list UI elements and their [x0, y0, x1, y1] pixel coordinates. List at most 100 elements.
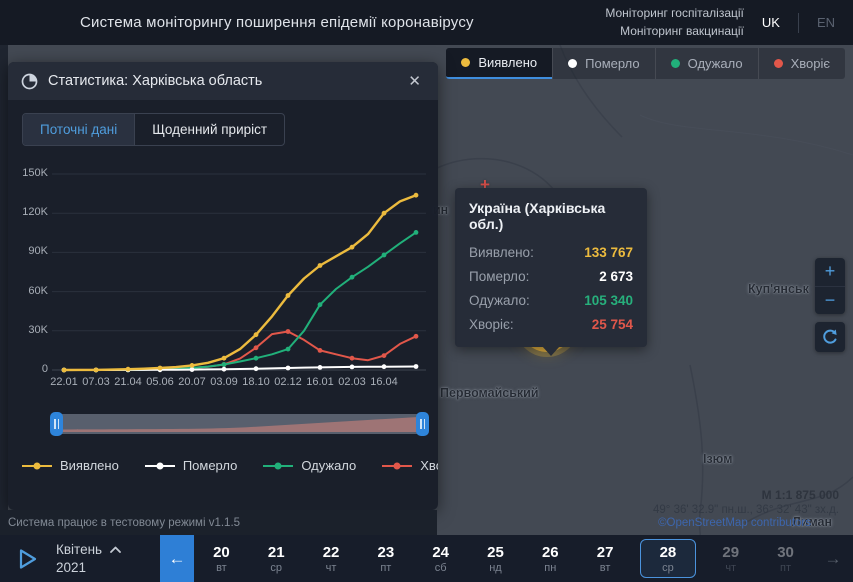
sick-line-icon: [382, 465, 412, 467]
y-tick-label: 90K: [16, 245, 48, 257]
statistics-panel: Статистика: Харківська область ✕ Поточні…: [8, 62, 438, 510]
timeline-day-selected[interactable]: 28 ср: [640, 539, 697, 578]
timeline-day[interactable]: 27 вт: [578, 535, 633, 582]
x-tick-label: 05.06: [146, 376, 174, 388]
lang-switch-uk[interactable]: UK: [758, 15, 784, 30]
month-label: Квітень: [56, 541, 102, 559]
lang-switch-en[interactable]: EN: [813, 15, 839, 30]
y-tick-label: 60K: [16, 285, 48, 297]
chart-legend-label: Одужало: [301, 458, 356, 473]
chart-legend: Виявлено Померло Одужало Хворіє: [22, 458, 438, 473]
tab-daily-growth[interactable]: Щоденний приріст: [134, 114, 284, 145]
map-tooltip: Україна (Харківська обл.) Виявлено: 133 …: [455, 188, 647, 347]
legend-item-sick-label: Хворіє: [791, 56, 830, 71]
x-tick-label: 20.07: [178, 376, 206, 388]
system-status-text: Система працює в тестовому режимі v1.1.5: [8, 517, 240, 529]
prev-day-button[interactable]: ←: [160, 535, 194, 582]
tooltip-label: Виявлено:: [469, 241, 534, 265]
recovered-line-icon: [263, 465, 293, 467]
chart-legend-deaths[interactable]: Померло: [145, 458, 238, 473]
legend-item-sick[interactable]: Хворіє: [758, 48, 845, 79]
timeline-day[interactable]: 24 сб: [413, 535, 468, 582]
play-icon: [18, 548, 38, 570]
timeline-day[interactable]: 23 пт: [358, 535, 413, 582]
legend-item-confirmed-label: Виявлено: [478, 55, 537, 70]
legend-item-deaths[interactable]: Померло: [552, 48, 655, 79]
legend-item-recovered[interactable]: Одужало: [655, 48, 758, 79]
timeline-day[interactable]: 30 пт: [758, 535, 813, 582]
link-hospitalization-monitoring[interactable]: Моніторинг госпіталізації: [605, 5, 744, 22]
timeline-day[interactable]: 29 чт: [703, 535, 758, 582]
zoom-out-button[interactable]: −: [815, 287, 845, 315]
month-selector[interactable]: Квітень 2021: [56, 535, 160, 582]
play-button[interactable]: [0, 535, 56, 582]
tooltip-value: 2 673: [599, 265, 633, 289]
timeline-days: 20 вт 21 ср 22 чт 23 пт 24 сб 25 нд 26 п…: [194, 535, 813, 582]
chart-svg: [16, 162, 430, 374]
year-label: 2021: [56, 559, 160, 577]
system-status-bar: Система працює в тестовому режимі v1.1.5: [0, 510, 437, 535]
timeline-bar: Квітень 2021 ← 20 вт 21 ср 22 чт 23 пт 2…: [0, 535, 853, 582]
refresh-icon: [821, 328, 839, 346]
left-edge-strip: [0, 45, 8, 535]
panel-title: Статистика: Харківська область: [48, 73, 262, 89]
map-scale: М 1:1 875 000: [762, 488, 839, 502]
osm-attribution-link[interactable]: ©OpenStreetMap contributors: [658, 517, 811, 529]
map-coordinates: 49° 36' 32.9" пн.ш., 36° 32' 43" зх.д.: [653, 504, 839, 516]
tooltip-value: 133 767: [584, 241, 633, 265]
tooltip-row-deaths: Померло: 2 673: [469, 265, 633, 289]
time-range-slider[interactable]: [56, 414, 423, 434]
app-header: Система моніторингу поширення епідемії к…: [0, 0, 853, 45]
tooltip-value: 25 754: [592, 313, 633, 337]
timeline-day[interactable]: 25 нд: [468, 535, 523, 582]
x-tick-label: 16.01: [306, 376, 334, 388]
lang-divider: [798, 13, 799, 33]
tooltip-row-confirmed: Виявлено: 133 767: [469, 241, 633, 265]
confirmed-line-icon: [22, 465, 52, 467]
next-day-button[interactable]: →: [813, 535, 853, 582]
map-series-legend: Виявлено Померло Одужало Хворіє: [446, 48, 845, 79]
tooltip-label: Померло:: [469, 265, 529, 289]
x-tick-label: 22.01: [50, 376, 78, 388]
recovered-dot-icon: [671, 59, 680, 68]
deaths-dot-icon: [568, 59, 577, 68]
tooltip-row-sick: Хворіє: 25 754: [469, 313, 633, 337]
chart-legend-label: Хворіє: [420, 458, 438, 473]
x-tick-label: 07.03: [82, 376, 110, 388]
x-tick-label: 21.04: [114, 376, 142, 388]
timeline-day[interactable]: 21 ср: [249, 535, 304, 582]
chart-area: 150K 120K 90K 60K 30K 0 22.01 07.03 21.0…: [16, 162, 430, 394]
panel-tabs: Поточні дані Щоденний приріст: [22, 113, 285, 146]
x-tick-label: 16.04: [370, 376, 398, 388]
timeline-day[interactable]: 20 вт: [194, 535, 249, 582]
tooltip-row-recovered: Одужало: 105 340: [469, 289, 633, 313]
city-label-kupiansk: Куп'янськ: [748, 282, 809, 296]
timeline-day[interactable]: 22 чт: [304, 535, 359, 582]
map-zoom-controls: + −: [815, 258, 845, 314]
y-tick-label: 0: [16, 363, 48, 375]
tooltip-value: 105 340: [584, 289, 633, 313]
chart-legend-recovered[interactable]: Одужало: [263, 458, 356, 473]
slider-handle-right[interactable]: [416, 412, 429, 436]
legend-item-recovered-label: Одужало: [688, 56, 743, 71]
chart-legend-label: Померло: [183, 458, 238, 473]
legend-item-confirmed[interactable]: Виявлено: [446, 48, 552, 79]
chevron-up-icon: [110, 546, 121, 553]
close-icon[interactable]: ✕: [404, 70, 425, 92]
x-tick-label: 02.03: [338, 376, 366, 388]
slider-handle-left[interactable]: [50, 412, 63, 436]
chart-legend-confirmed[interactable]: Виявлено: [22, 458, 119, 473]
refresh-button[interactable]: [815, 322, 845, 352]
tab-current-data[interactable]: Поточні дані: [23, 114, 134, 145]
tooltip-title: Україна (Харківська обл.): [469, 200, 633, 232]
app-title: Система моніторингу поширення епідемії к…: [80, 14, 474, 31]
zoom-in-button[interactable]: +: [815, 258, 845, 287]
y-tick-label: 120K: [16, 206, 48, 218]
x-tick-label: 03.09: [210, 376, 238, 388]
chart-legend-sick[interactable]: Хворіє: [382, 458, 438, 473]
x-tick-label: 02.12: [274, 376, 302, 388]
link-vaccination-monitoring[interactable]: Моніторинг вакцинації: [605, 23, 744, 40]
tooltip-label: Хворіє:: [469, 313, 514, 337]
timeline-day[interactable]: 26 пн: [523, 535, 578, 582]
city-label-izium: Ізюм: [703, 452, 732, 466]
